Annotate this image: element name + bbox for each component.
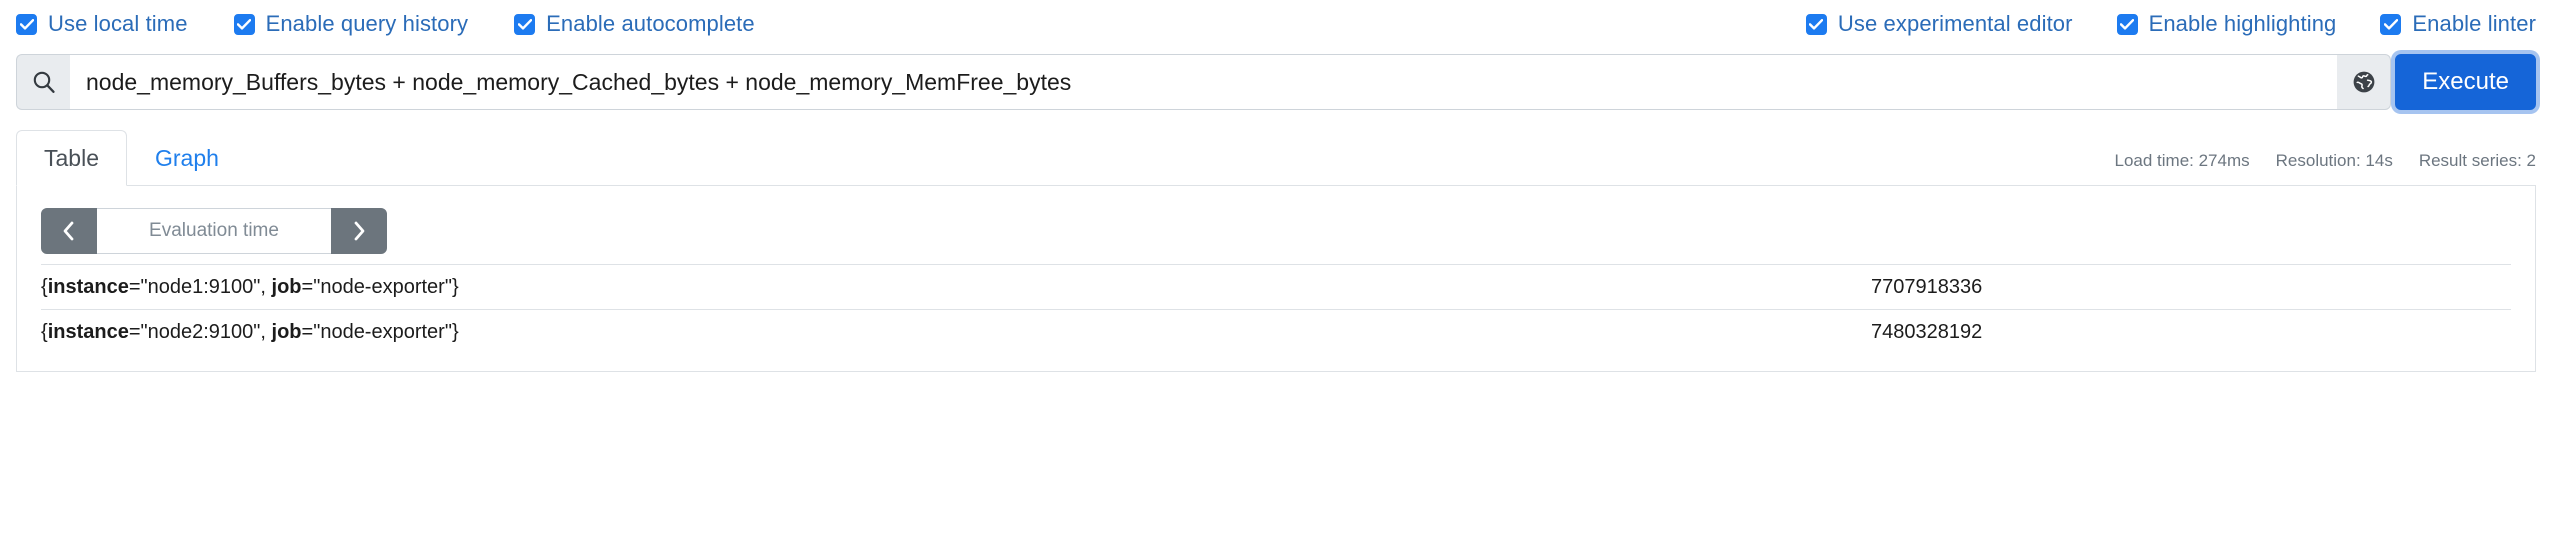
option-use-local-time[interactable]: Use local time bbox=[16, 11, 188, 37]
query-options-right: Use experimental editor Enable highlight… bbox=[1805, 0, 2536, 48]
label-key: instance bbox=[47, 276, 129, 298]
search-icon bbox=[16, 54, 70, 110]
label-value: "node-exporter" bbox=[313, 321, 452, 343]
option-enable-highlighting[interactable]: Enable highlighting bbox=[2116, 11, 2337, 37]
checkbox-checked-icon[interactable] bbox=[16, 13, 37, 35]
series-value: 7480328192 bbox=[1871, 321, 1983, 343]
option-enable-query-history[interactable]: Enable query history bbox=[233, 11, 469, 37]
expression-input-group: node_memory_Buffers_bytes + node_memory_… bbox=[16, 54, 2392, 110]
table-row: {instance="node2:9100", job="node-export… bbox=[41, 309, 2511, 355]
checkbox-checked-icon[interactable] bbox=[2380, 13, 2402, 35]
result-series: Result series: 2 bbox=[2418, 151, 2536, 170]
series-value: 7707918336 bbox=[1871, 276, 1983, 298]
option-label: Enable linter bbox=[2412, 11, 2536, 36]
execute-button[interactable]: Execute bbox=[2395, 54, 2536, 110]
label-key: instance bbox=[47, 321, 129, 343]
prometheus-query-page: Use local time Enable query history Enab… bbox=[0, 0, 2552, 542]
load-time: Load time: 274ms bbox=[2114, 151, 2250, 170]
query-options-row: Use local time Enable query history Enab… bbox=[16, 0, 2536, 48]
option-label: Enable autocomplete bbox=[546, 11, 755, 36]
query-bar: node_memory_Buffers_bytes + node_memory_… bbox=[16, 54, 2536, 110]
query-stats: Load time: 274ms Resolution: 14s Result … bbox=[2115, 151, 2537, 171]
option-enable-linter[interactable]: Enable linter bbox=[2380, 11, 2536, 37]
chevron-left-icon[interactable] bbox=[41, 208, 97, 254]
tab-table[interactable]: Table bbox=[16, 130, 127, 186]
checkbox-checked-icon[interactable] bbox=[233, 13, 255, 35]
checkbox-checked-icon[interactable] bbox=[1805, 13, 1827, 35]
evaluation-time-input[interactable]: Evaluation time bbox=[97, 208, 331, 254]
option-use-experimental-editor[interactable]: Use experimental editor bbox=[1805, 11, 2073, 37]
label-key: job bbox=[271, 321, 302, 343]
result-tabs: Table Graph Load time: 274ms Resolution:… bbox=[16, 128, 2536, 186]
option-label: Use experimental editor bbox=[1837, 11, 2073, 36]
label-value: "node1:9100" bbox=[140, 276, 261, 298]
label-key: job bbox=[271, 276, 302, 298]
option-label: Enable query history bbox=[265, 11, 469, 36]
option-label: Enable highlighting bbox=[2148, 11, 2337, 36]
option-enable-autocomplete[interactable]: Enable autocomplete bbox=[514, 11, 755, 37]
series-labels: {instance="node2:9100", job="node-export… bbox=[41, 321, 459, 343]
results-body: {instance="node1:9100", job="node-export… bbox=[41, 264, 2511, 355]
label-value: "node2:9100" bbox=[140, 321, 261, 343]
series-labels: {instance="node1:9100", job="node-export… bbox=[41, 276, 459, 298]
option-label: Use local time bbox=[48, 11, 188, 36]
chevron-right-icon[interactable] bbox=[331, 208, 387, 254]
results-table: {instance="node1:9100", job="node-export… bbox=[41, 264, 2511, 354]
globe-icon[interactable] bbox=[2337, 54, 2392, 110]
tab-graph[interactable]: Graph bbox=[127, 130, 247, 186]
checkbox-checked-icon[interactable] bbox=[2116, 13, 2138, 35]
expression-input[interactable]: node_memory_Buffers_bytes + node_memory_… bbox=[70, 54, 2338, 110]
table-row: {instance="node1:9100", job="node-export… bbox=[41, 264, 2511, 310]
table-panel: Evaluation time {instance="node1:9100", … bbox=[16, 186, 2536, 372]
checkbox-checked-icon[interactable] bbox=[514, 13, 536, 35]
query-options-left: Use local time Enable query history Enab… bbox=[16, 11, 755, 37]
evaluation-time-control: Evaluation time bbox=[41, 208, 387, 254]
resolution: Resolution: 14s bbox=[2275, 151, 2393, 170]
evaluation-time-placeholder: Evaluation time bbox=[149, 220, 279, 241]
expression-value: node_memory_Buffers_bytes + node_memory_… bbox=[86, 68, 1072, 95]
label-value: "node-exporter" bbox=[313, 276, 452, 298]
